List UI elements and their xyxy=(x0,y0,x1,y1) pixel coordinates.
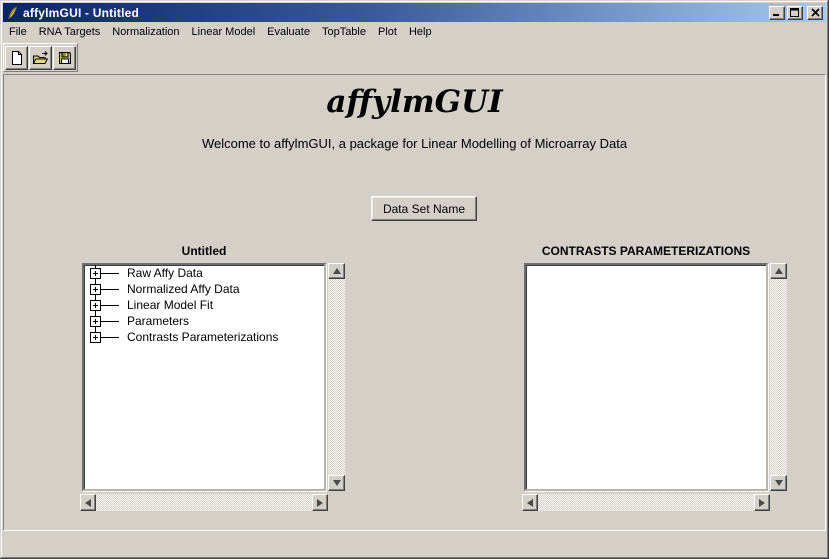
arrow-left-icon xyxy=(527,499,533,507)
scrollbar-trough[interactable] xyxy=(770,279,787,475)
open-file-button[interactable] xyxy=(29,46,52,70)
window-controls xyxy=(769,6,823,20)
scroll-left-button[interactable] xyxy=(522,494,538,511)
title-bar[interactable]: affylmGUI - Untitled xyxy=(3,3,826,22)
window-title: affylmGUI - Untitled xyxy=(23,6,139,20)
open-folder-icon xyxy=(32,50,49,66)
scroll-up-button[interactable] xyxy=(328,263,345,279)
scrollbar-trough[interactable] xyxy=(96,494,312,511)
close-button[interactable] xyxy=(807,6,823,20)
expand-plus-icon[interactable] xyxy=(90,284,101,295)
arrow-right-icon xyxy=(759,499,765,507)
menu-bar: File RNA Targets Normalization Linear Mo… xyxy=(3,22,826,41)
expand-plus-icon[interactable] xyxy=(90,300,101,311)
menu-evaluate[interactable]: Evaluate xyxy=(261,24,316,40)
menu-help[interactable]: Help xyxy=(403,24,438,40)
arrow-up-icon xyxy=(333,268,341,274)
menu-toptable[interactable]: TopTable xyxy=(316,24,372,40)
right-panel-header: CONTRASTS PARAMETERIZATIONS xyxy=(524,244,768,258)
right-vertical-scrollbar[interactable] xyxy=(770,263,787,491)
arrow-left-icon xyxy=(85,499,91,507)
scroll-down-button[interactable] xyxy=(328,475,345,491)
tree-connector-line xyxy=(101,305,119,306)
tree-item-label[interactable]: Raw Affy Data xyxy=(127,266,203,280)
scroll-right-button[interactable] xyxy=(312,494,328,511)
close-icon xyxy=(811,8,820,17)
menu-normalization[interactable]: Normalization xyxy=(106,24,185,40)
scroll-down-button[interactable] xyxy=(770,475,787,491)
tree-item-parameters[interactable]: Parameters xyxy=(84,313,324,329)
menu-file[interactable]: File xyxy=(3,24,33,40)
minimize-icon xyxy=(772,8,782,17)
maximize-button[interactable] xyxy=(787,6,803,20)
app-window: affylmGUI - Untitled File RNA Targets No… xyxy=(0,0,829,559)
menu-rna-targets[interactable]: RNA Targets xyxy=(33,24,107,40)
scroll-left-button[interactable] xyxy=(80,494,96,511)
tree-item-label[interactable]: Normalized Affy Data xyxy=(127,282,240,296)
status-tree: Raw Affy Data Normalized Affy Data Linea… xyxy=(84,265,324,345)
save-button[interactable] xyxy=(53,46,76,70)
tree-item-contrasts-parameterizations[interactable]: Contrasts Parameterizations xyxy=(84,329,324,345)
contrasts-listbox[interactable] xyxy=(524,263,768,491)
tree-item-raw-affy-data[interactable]: Raw Affy Data xyxy=(84,265,324,281)
menu-plot[interactable]: Plot xyxy=(372,24,403,40)
expand-plus-icon[interactable] xyxy=(90,332,101,343)
tree-item-label[interactable]: Contrasts Parameterizations xyxy=(127,330,278,344)
app-feather-icon[interactable] xyxy=(6,6,19,20)
scroll-right-button[interactable] xyxy=(754,494,770,511)
new-document-icon xyxy=(9,50,25,66)
right-horizontal-scrollbar[interactable] xyxy=(522,494,770,511)
tree-item-linear-model-fit[interactable]: Linear Model Fit xyxy=(84,297,324,313)
arrow-right-icon xyxy=(317,499,323,507)
tree-item-normalized-affy-data[interactable]: Normalized Affy Data xyxy=(84,281,324,297)
scrollbar-trough[interactable] xyxy=(328,279,345,475)
tree-item-label[interactable]: Linear Model Fit xyxy=(127,298,213,312)
save-floppy-icon xyxy=(57,50,73,66)
scroll-up-button[interactable] xyxy=(770,263,787,279)
left-vertical-scrollbar[interactable] xyxy=(328,263,345,491)
left-horizontal-scrollbar[interactable] xyxy=(80,494,328,511)
arrow-up-icon xyxy=(775,268,783,274)
tree-connector-line xyxy=(101,273,119,274)
tree-connector-line xyxy=(101,321,119,322)
menu-linear-model[interactable]: Linear Model xyxy=(186,24,262,40)
maximize-icon xyxy=(790,8,800,17)
status-tree-listbox[interactable]: Raw Affy Data Normalized Affy Data Linea… xyxy=(82,263,326,491)
new-file-button[interactable] xyxy=(5,46,28,70)
expand-plus-icon[interactable] xyxy=(90,268,101,279)
scrollbar-trough[interactable] xyxy=(538,494,754,511)
tree-connector-line xyxy=(101,337,119,338)
expand-plus-icon[interactable] xyxy=(90,316,101,327)
app-title: affylmGUI xyxy=(0,85,829,119)
data-set-name-button[interactable]: Data Set Name xyxy=(371,196,477,221)
minimize-button[interactable] xyxy=(769,6,785,20)
arrow-down-icon xyxy=(333,480,341,486)
left-panel-header: Untitled xyxy=(82,244,326,258)
tree-item-label[interactable]: Parameters xyxy=(127,314,189,328)
welcome-text: Welcome to affylmGUI, a package for Line… xyxy=(0,136,829,151)
tree-connector-line xyxy=(101,289,119,290)
arrow-down-icon xyxy=(775,480,783,486)
toolbar xyxy=(3,43,78,72)
